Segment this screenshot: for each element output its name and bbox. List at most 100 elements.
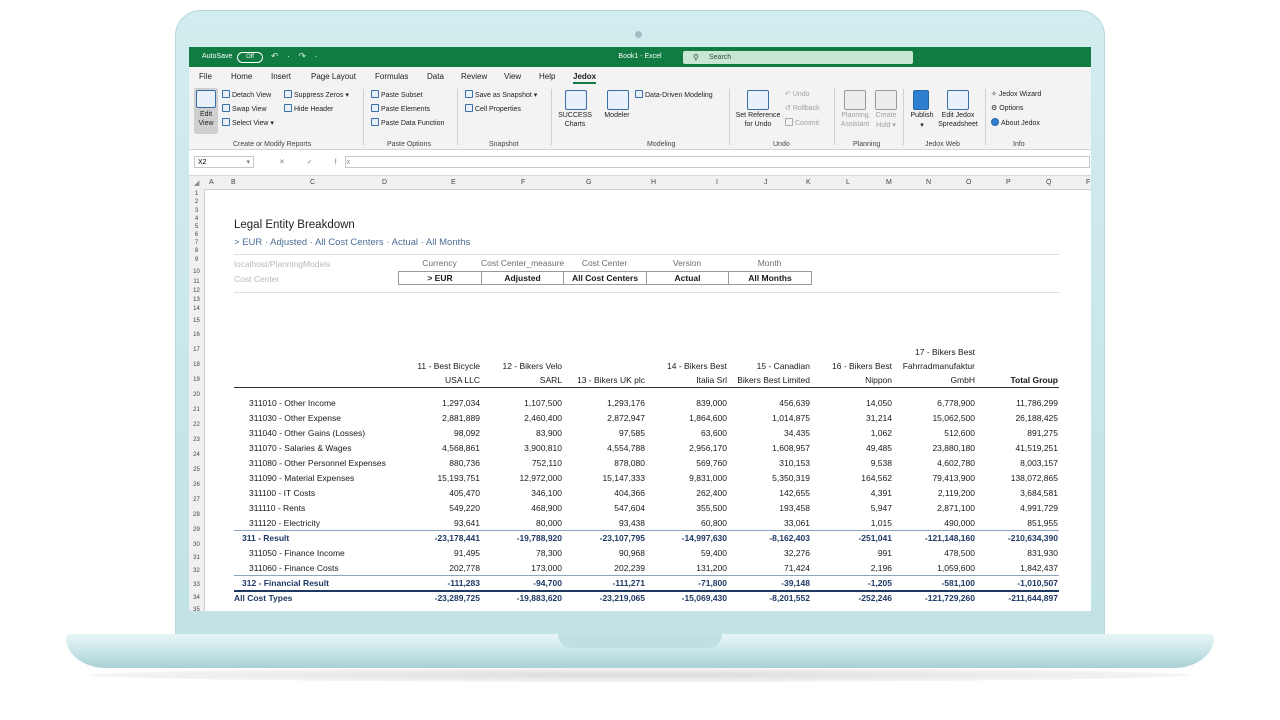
row-header-9[interactable]: 9 (189, 257, 204, 263)
cell-value[interactable]: 4,391 (871, 488, 892, 498)
cell-value[interactable]: 3,900,810 (524, 443, 562, 453)
row-header-7[interactable]: 7 (189, 240, 204, 246)
suppress-zeros-button[interactable]: Suppress Zeros ▾ (284, 90, 349, 99)
cell-value[interactable]: 78,300 (536, 548, 562, 558)
cell-value[interactable]: 34,435 (784, 428, 810, 438)
column-header-n[interactable]: N (926, 179, 931, 186)
cell-value[interactable]: 991 (878, 548, 892, 558)
cell-value[interactable]: 1,293,176 (607, 398, 645, 408)
cell-value[interactable]: 5,947 (871, 503, 892, 513)
tab-insert[interactable]: Insert (271, 72, 291, 81)
cell-value[interactable]: 2,872,947 (607, 413, 645, 423)
cell-value[interactable]: 138,072,865 (1011, 473, 1058, 483)
create-hold-button[interactable]: Create Hold ▾ (871, 88, 901, 134)
cell-value[interactable]: 131,200 (696, 563, 727, 573)
cell-value[interactable]: 310,153 (779, 458, 810, 468)
row-header-27[interactable]: 27 (189, 497, 204, 503)
edit-view-button[interactable]: Edit View (194, 88, 218, 134)
cell-value[interactable]: 262,400 (696, 488, 727, 498)
row-header-10[interactable]: 10 (189, 269, 204, 275)
cell-value[interactable]: 1,107,500 (524, 398, 562, 408)
cell-value[interactable]: 512,600 (944, 428, 975, 438)
cell-value[interactable]: 26,188,425 (1015, 413, 1058, 423)
cell-value[interactable]: 14,050 (866, 398, 892, 408)
cell-value[interactable]: 839,000 (696, 398, 727, 408)
filter-value-3[interactable]: Actual (646, 271, 729, 285)
cell-value[interactable]: 831,930 (1027, 548, 1058, 558)
row-header-12[interactable]: 12 (189, 288, 204, 294)
cell-value[interactable]: 2,196 (871, 563, 892, 573)
row-header-1[interactable]: 1 (189, 191, 204, 197)
cell-value[interactable]: -39,148 (781, 578, 810, 588)
column-header-h[interactable]: H (651, 179, 656, 186)
cell-value[interactable]: 2,956,170 (689, 443, 727, 453)
formula-input[interactable] (345, 156, 1090, 168)
cell-value[interactable]: -8,162,403 (769, 533, 810, 543)
cell-value[interactable]: 878,080 (614, 458, 645, 468)
column-header-k[interactable]: K (806, 179, 811, 186)
cell-value[interactable]: -111,271 (612, 578, 645, 588)
cell-value[interactable]: 15,062,500 (932, 413, 975, 423)
swap-view-button[interactable]: Swap View (222, 104, 267, 113)
row-header-28[interactable]: 28 (189, 512, 204, 518)
row-header-25[interactable]: 25 (189, 467, 204, 473)
cell-value[interactable]: 1,014,875 (772, 413, 810, 423)
row-header-33[interactable]: 33 (189, 582, 204, 588)
tab-help[interactable]: Help (539, 72, 555, 81)
cell-value[interactable]: 41,519,251 (1015, 443, 1058, 453)
cell-value[interactable]: 1,842,437 (1020, 563, 1058, 573)
column-header-g[interactable]: G (586, 179, 591, 186)
row-header-18[interactable]: 18 (189, 362, 204, 368)
column-header-e[interactable]: E (451, 179, 456, 186)
cell-value[interactable]: 2,871,100 (937, 503, 975, 513)
cell-value[interactable]: 9,538 (871, 458, 892, 468)
row-header-3[interactable]: 3 (189, 208, 204, 214)
commit-button[interactable]: Commit (785, 118, 819, 127)
cell-value[interactable]: -251,041 (858, 533, 892, 543)
row-header-6[interactable]: 6 (189, 232, 204, 238)
cell-value[interactable]: -111,283 (447, 578, 480, 588)
cell-value[interactable]: 98,092 (454, 428, 480, 438)
row-header-31[interactable]: 31 (189, 555, 204, 561)
row-header-24[interactable]: 24 (189, 452, 204, 458)
cell-value[interactable]: -23,178,441 (435, 533, 480, 543)
cell-value[interactable]: 93,438 (619, 518, 645, 528)
select-view-button[interactable]: Select View ▾ (222, 118, 274, 127)
undo-button[interactable]: ↶ Undo (785, 90, 810, 98)
cell-value[interactable]: -210,634,390 (1008, 533, 1058, 543)
cell-value[interactable]: 173,000 (531, 563, 562, 573)
cell-value[interactable]: 202,239 (614, 563, 645, 573)
row-header-19[interactable]: 19 (189, 377, 204, 383)
cell-value[interactable]: 193,458 (779, 503, 810, 513)
cell-value[interactable]: 80,000 (536, 518, 562, 528)
cell-value[interactable]: -1,205 (868, 578, 892, 588)
cell-value[interactable]: 90,968 (619, 548, 645, 558)
tab-page-layout[interactable]: Page Layout (311, 72, 356, 81)
row-header-4[interactable]: 4 (189, 216, 204, 222)
cell-value[interactable]: 15,147,333 (602, 473, 645, 483)
cell-value[interactable]: 11,786,299 (1016, 398, 1058, 408)
cell-value[interactable]: -23,289,725 (435, 593, 480, 603)
cell-value[interactable]: 490,000 (944, 518, 975, 528)
cell-value[interactable]: 468,900 (531, 503, 562, 513)
column-header-p[interactable]: P (1006, 179, 1011, 186)
cell-value[interactable]: 1,608,957 (772, 443, 810, 453)
planning-assistant-button[interactable]: Planning Assistant (838, 88, 872, 134)
cell-value[interactable]: 8,003,157 (1020, 458, 1058, 468)
cell-value[interactable]: -15,069,430 (682, 593, 727, 603)
row-header-35[interactable]: 35 (189, 607, 204, 611)
row-header-8[interactable]: 8 (189, 248, 204, 254)
cell-value[interactable]: 23,880,180 (932, 443, 975, 453)
cell-value[interactable]: -14,997,630 (682, 533, 727, 543)
column-header-m[interactable]: M (886, 179, 892, 186)
cell-value[interactable]: 456,639 (779, 398, 810, 408)
hide-header-button[interactable]: Hide Header (284, 104, 333, 113)
tab-data[interactable]: Data (427, 72, 444, 81)
cell-value[interactable]: 60,800 (701, 518, 727, 528)
row-header-23[interactable]: 23 (189, 437, 204, 443)
row-header-14[interactable]: 14 (189, 306, 204, 312)
save-as-snapshot-button[interactable]: Save as Snapshot ▾ (465, 90, 537, 99)
paste-subset-button[interactable]: Paste Subset (371, 90, 423, 99)
worksheet[interactable]: Legal Entity Breakdown > EUR · Adjusted … (205, 189, 1091, 611)
cell-value[interactable]: 97,585 (619, 428, 645, 438)
